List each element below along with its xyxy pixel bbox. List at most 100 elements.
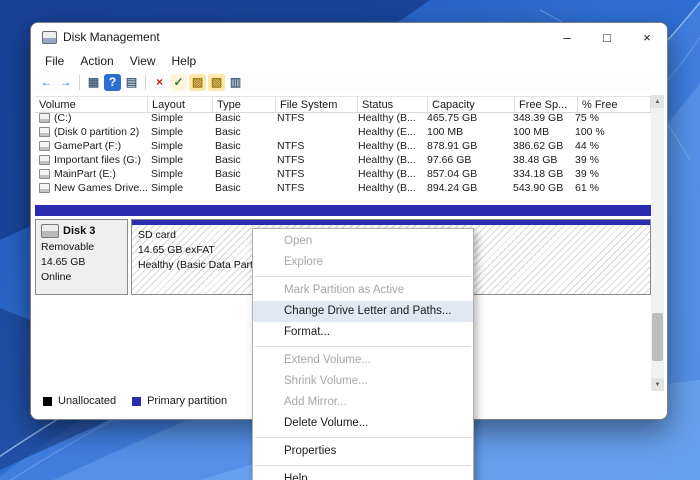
legend: Unallocated Primary partition — [43, 395, 227, 407]
menu-item-format[interactable]: Format... — [253, 322, 473, 343]
table-cell: Healthy (B... — [358, 168, 416, 180]
menu-item-delete-volume[interactable]: Delete Volume... — [253, 413, 473, 434]
table-cell: Healthy (B... — [358, 182, 416, 194]
table-cell: NTFS — [277, 182, 305, 194]
legend-swatch — [132, 396, 142, 406]
table-cell: 878.91 GB — [427, 140, 478, 152]
menu-item-add-mirror: Add Mirror... — [284, 396, 347, 408]
column-header[interactable]: Status — [358, 97, 428, 112]
table-cell: Basic — [215, 126, 241, 138]
disk-media: Removable — [41, 241, 95, 253]
table-cell: Basic — [215, 112, 241, 124]
table-row[interactable]: Important files (G:) Simple Basic NTFS Healt… — [35, 153, 651, 167]
column-header[interactable]: Type — [213, 97, 276, 112]
table-cell: NTFS — [277, 140, 305, 152]
column-header[interactable]: Free Sp... — [515, 97, 578, 112]
minimize-button[interactable]: – — [547, 23, 587, 51]
window-controls: – □ × — [547, 23, 667, 51]
maximize-button[interactable]: □ — [587, 23, 627, 51]
table-cell: 38.48 GB — [513, 154, 558, 166]
back-icon[interactable]: ← — [38, 74, 55, 91]
help-icon[interactable]: ? — [104, 73, 121, 91]
table-cell: Simple — [151, 182, 184, 194]
disk-icon — [41, 224, 59, 238]
table-cell: 100 % — [575, 126, 605, 138]
column-header[interactable]: % Free — [578, 97, 651, 112]
title-bar[interactable]: Disk Management – □ × — [31, 23, 667, 51]
table-cell: GamePart (F:) — [35, 139, 147, 153]
volume-icon — [39, 183, 50, 193]
menu-separator — [255, 437, 471, 438]
table-cell: Healthy (B... — [358, 154, 416, 166]
scroll-down-icon[interactable]: ▼ — [651, 378, 664, 391]
scrollbar-thumb[interactable] — [652, 313, 663, 361]
partial-disk-bar — [35, 205, 651, 216]
disk-name: Disk 3 — [63, 225, 96, 237]
table-row[interactable]: MainPart (E:) Simple Basic NTFS Healthy (B..… — [35, 167, 651, 181]
table-cell: Simple — [151, 126, 184, 138]
menu-item-explore: Explore — [284, 256, 323, 268]
menu-file[interactable]: File — [37, 53, 72, 69]
disk-management-icon — [42, 30, 57, 44]
table-cell: 39 % — [575, 168, 599, 180]
menu-item-extend-volume: Extend Volume... — [284, 354, 371, 366]
column-header[interactable]: Layout — [148, 97, 213, 112]
menu-separator — [255, 276, 471, 277]
table-cell: NTFS — [277, 154, 305, 166]
volume-icon — [39, 155, 50, 165]
menu-view[interactable]: View — [122, 53, 164, 69]
close-button[interactable]: × — [627, 23, 667, 51]
explore-folder-icon[interactable]: ▧ — [208, 73, 225, 91]
menu-separator — [255, 346, 471, 347]
volume-icon — [39, 141, 50, 151]
table-row[interactable]: (C:) Simple Basic NTFS Healthy (B... 465.75 G… — [35, 111, 651, 125]
console-tree-icon[interactable]: ▦ — [85, 74, 102, 91]
volume-table-body: (C:) Simple Basic NTFS Healthy (B... 465.75 G… — [35, 111, 651, 195]
context-menu: Open Explore Mark Partition as Active Chang… — [252, 228, 474, 480]
table-cell: 543.90 GB — [513, 182, 564, 194]
scrollbar-track[interactable] — [651, 108, 664, 378]
menu-separator — [255, 465, 471, 466]
partition-label: SD card — [138, 229, 176, 241]
menu-item-help[interactable]: Help — [253, 469, 473, 480]
table-cell: 75 % — [575, 112, 599, 124]
menu-item-change-drive-letter-and-paths[interactable]: Change Drive Letter and Paths... — [253, 301, 473, 322]
column-header[interactable]: Volume — [35, 97, 148, 112]
menu-item-properties[interactable]: Properties — [253, 441, 473, 462]
menu-help[interactable]: Help — [164, 53, 205, 69]
legend-item: Unallocated — [43, 395, 116, 407]
table-cell: Basic — [215, 154, 241, 166]
table-cell: 44 % — [575, 140, 599, 152]
table-row[interactable]: New Games Drive... Simple Basic NTFS Healthy… — [35, 181, 651, 195]
table-cell: 97.66 GB — [427, 154, 472, 166]
disk-status: Online — [41, 271, 72, 283]
table-cell: Healthy (E... — [358, 126, 416, 138]
table-row[interactable]: GamePart (F:) Simple Basic NTFS Healthy (B..… — [35, 139, 651, 153]
open-folder-icon[interactable]: ▨ — [189, 73, 206, 91]
legend-label: Primary partition — [147, 395, 228, 407]
table-cell: 348.39 GB — [513, 112, 564, 124]
scroll-up-icon[interactable]: ▲ — [651, 95, 664, 108]
vertical-scrollbar[interactable]: ▲ ▼ — [651, 95, 664, 391]
legend-label: Unallocated — [58, 395, 117, 407]
forward-icon[interactable]: → — [57, 74, 74, 91]
table-cell: 100 MB — [427, 126, 464, 138]
menu-action[interactable]: Action — [72, 53, 121, 69]
table-cell: Healthy (B... — [358, 112, 416, 124]
table-row[interactable]: (Disk 0 partition 2) Simple Basic Healthy (… — [35, 125, 651, 139]
table-cell: 894.24 GB — [427, 182, 478, 194]
list-view-icon[interactable]: ▥ — [227, 74, 244, 91]
toolbar-separator — [145, 74, 146, 90]
mark-active-icon[interactable]: ✓ — [170, 73, 187, 91]
table-cell: Simple — [151, 168, 184, 180]
disk-3-label[interactable]: Disk 3 Removable 14.65 GB Online — [35, 219, 128, 295]
table-cell: 334.18 GB — [513, 168, 564, 180]
table-cell: 61 % — [575, 182, 599, 194]
export-list-icon[interactable]: ▤ — [123, 74, 140, 91]
delete-volume-icon[interactable]: × — [151, 74, 168, 91]
column-header[interactable]: Capacity — [428, 97, 515, 112]
table-cell: Basic — [215, 168, 241, 180]
menu-item-shrink-volume: Shrink Volume... — [284, 375, 368, 387]
column-header[interactable]: File System — [276, 97, 358, 112]
table-cell: 100 MB — [513, 126, 550, 138]
